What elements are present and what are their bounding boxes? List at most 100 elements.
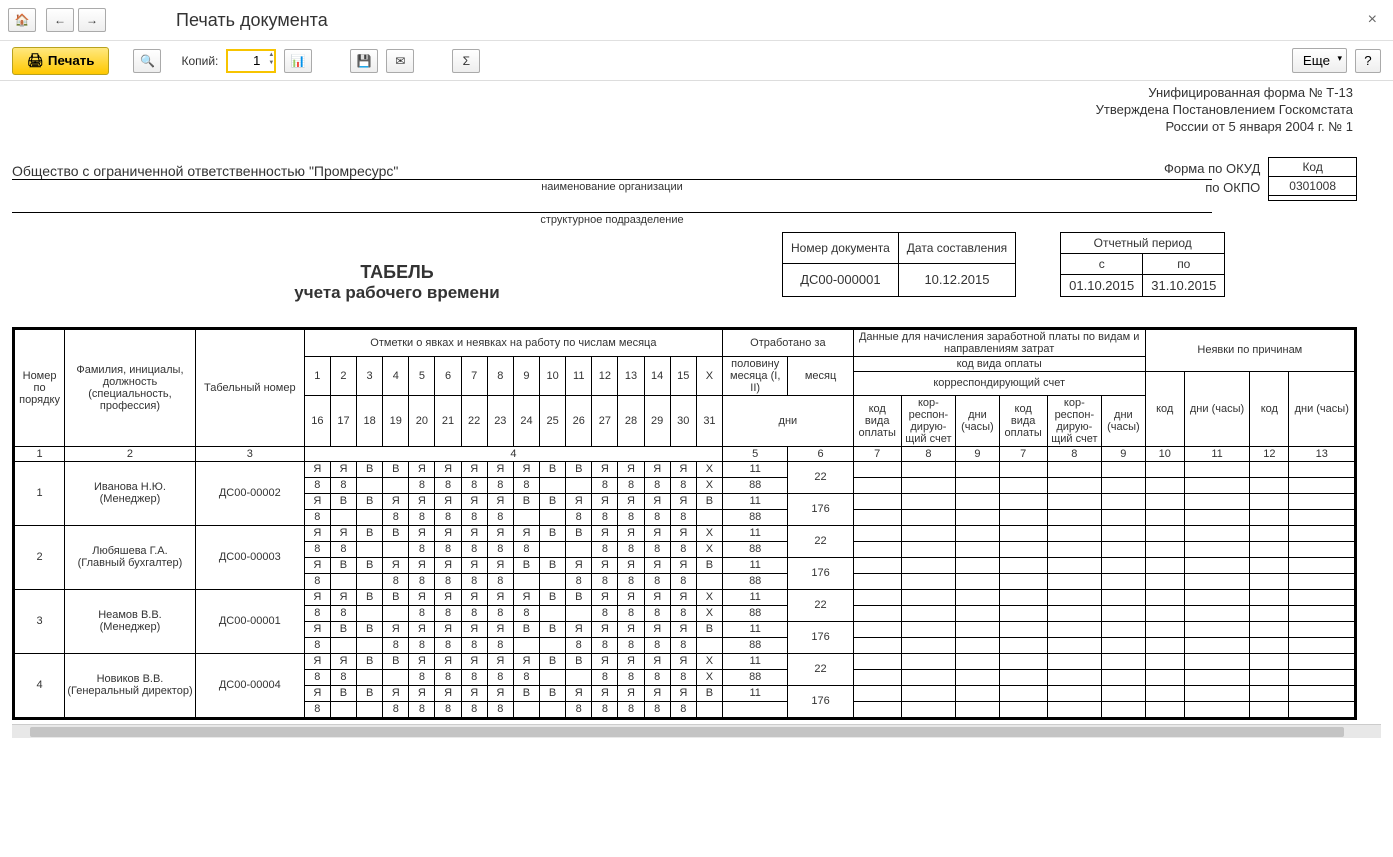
day-cell: В bbox=[383, 653, 409, 669]
day-cell bbox=[696, 509, 722, 525]
half-hours: 88 bbox=[723, 477, 788, 493]
day-cell: В bbox=[357, 525, 383, 541]
emp-tabnum: ДС00-00003 bbox=[195, 525, 304, 589]
th-month: месяц bbox=[788, 356, 853, 395]
save-button[interactable]: 💾 bbox=[350, 49, 378, 73]
day-cell: 8 bbox=[461, 637, 487, 653]
day-cell: 8 bbox=[644, 605, 670, 621]
day-cell: В bbox=[330, 621, 356, 637]
th-days: дни bbox=[723, 395, 854, 446]
forward-button[interactable]: → bbox=[78, 8, 106, 32]
day-cell: Я bbox=[618, 685, 644, 701]
day-cell: Я bbox=[304, 557, 330, 573]
day-cell: Я bbox=[409, 461, 435, 477]
day-cell: Я bbox=[435, 589, 461, 605]
th-pc1: код вида оплаты bbox=[853, 395, 901, 446]
day-cell: Я bbox=[461, 557, 487, 573]
home-button[interactable]: 🏠 bbox=[8, 8, 36, 32]
more-button[interactable]: Еще bbox=[1292, 48, 1347, 73]
back-button[interactable]: ← bbox=[46, 8, 74, 32]
day-cell: 8 bbox=[670, 509, 696, 525]
okpo-label: по ОКПО bbox=[1164, 180, 1260, 199]
day-cell: 8 bbox=[330, 605, 356, 621]
day-cell: Я bbox=[461, 653, 487, 669]
mail-button[interactable]: ✉ bbox=[386, 49, 414, 73]
close-button[interactable]: × bbox=[1360, 11, 1385, 29]
day-cell: 8 bbox=[566, 637, 592, 653]
day-cell: X bbox=[696, 669, 722, 685]
emp-row: 2 Любяшева Г.А. (Главный бухгалтер) ДС00… bbox=[15, 525, 1355, 541]
half2-days: 11 bbox=[723, 493, 788, 509]
day-cell: Я bbox=[330, 653, 356, 669]
th-d21: 21 bbox=[435, 395, 461, 446]
title-line-1: ТАБЕЛЬ bbox=[12, 262, 782, 283]
day-cell: В bbox=[696, 557, 722, 573]
day-cell bbox=[540, 573, 566, 589]
print-icon: 🖨 bbox=[27, 53, 44, 69]
day-cell: 8 bbox=[304, 509, 330, 525]
from-label: с bbox=[1061, 253, 1143, 274]
th-d27: 27 bbox=[592, 395, 618, 446]
help-button[interactable]: ? bbox=[1355, 49, 1381, 73]
table-button[interactable]: 📊 bbox=[284, 49, 312, 73]
day-cell: Я bbox=[461, 621, 487, 637]
day-cell: 8 bbox=[487, 605, 513, 621]
day-cell: Я bbox=[435, 461, 461, 477]
day-cell bbox=[540, 701, 566, 717]
day-cell: Я bbox=[618, 621, 644, 637]
copies-spinner[interactable]: ▲▼ bbox=[268, 51, 274, 67]
preview-button[interactable]: 🔍 bbox=[133, 49, 161, 73]
sum-button[interactable]: Σ bbox=[452, 49, 480, 73]
day-cell: Я bbox=[487, 557, 513, 573]
day-cell bbox=[357, 541, 383, 557]
day-cell bbox=[330, 573, 356, 589]
day-cell: Я bbox=[566, 493, 592, 509]
emp-name: Иванова Н.Ю. (Менеджер) bbox=[65, 461, 196, 525]
day-cell: Я bbox=[435, 685, 461, 701]
th-dx: X bbox=[696, 356, 722, 395]
day-cell: Я bbox=[670, 525, 696, 541]
day-cell: 8 bbox=[409, 701, 435, 717]
document-viewport[interactable]: Унифицированная форма № Т-13 Утверждена … bbox=[0, 80, 1393, 850]
horiz-scrollbar[interactable] bbox=[12, 724, 1381, 738]
print-button[interactable]: 🖨 Печать bbox=[12, 47, 109, 75]
day-cell: 8 bbox=[670, 605, 696, 621]
day-cell: Я bbox=[304, 589, 330, 605]
emp-tabnum: ДС00-00002 bbox=[195, 461, 304, 525]
day-cell: 8 bbox=[435, 573, 461, 589]
day-cell: Я bbox=[409, 685, 435, 701]
day-cell: В bbox=[566, 653, 592, 669]
day-cell: 8 bbox=[304, 637, 330, 653]
day-cell: В bbox=[540, 525, 566, 541]
th-absence: Неявки по причинам bbox=[1145, 329, 1354, 371]
day-cell: Я bbox=[383, 493, 409, 509]
day-cell: В bbox=[540, 493, 566, 509]
half-hours: 88 bbox=[723, 541, 788, 557]
org-name: Общество с ограниченной ответственностью… bbox=[12, 163, 1212, 180]
day-cell: Я bbox=[304, 461, 330, 477]
day-cell: 8 bbox=[435, 637, 461, 653]
th-d5: 5 bbox=[409, 356, 435, 395]
day-cell: Я bbox=[487, 493, 513, 509]
day-cell: 8 bbox=[566, 701, 592, 717]
th-half: половину месяца (I, II) bbox=[723, 356, 788, 395]
half2-hours: 88 bbox=[723, 637, 788, 653]
day-cell: Я bbox=[487, 525, 513, 541]
form-line-2: Утверждена Постановлением Госкомстата bbox=[12, 102, 1353, 119]
day-cell bbox=[383, 605, 409, 621]
day-cell: 8 bbox=[592, 509, 618, 525]
day-cell: Я bbox=[487, 621, 513, 637]
day-cell bbox=[540, 605, 566, 621]
day-cell: 8 bbox=[487, 701, 513, 717]
day-cell: В bbox=[383, 525, 409, 541]
document-page: Унифицированная форма № Т-13 Утверждена … bbox=[12, 85, 1357, 720]
th-d8: 8 bbox=[487, 356, 513, 395]
day-cell: X bbox=[696, 461, 722, 477]
th-d6: 6 bbox=[435, 356, 461, 395]
day-cell: В bbox=[513, 557, 539, 573]
day-cell: 8 bbox=[461, 477, 487, 493]
th-paycode: код вида оплаты bbox=[853, 356, 1145, 371]
title-meta-row: ТАБЕЛЬ учета рабочего времени Номер доку… bbox=[12, 232, 1357, 303]
num-val: ДС00-000001 bbox=[783, 263, 899, 296]
day-cell: 8 bbox=[513, 477, 539, 493]
